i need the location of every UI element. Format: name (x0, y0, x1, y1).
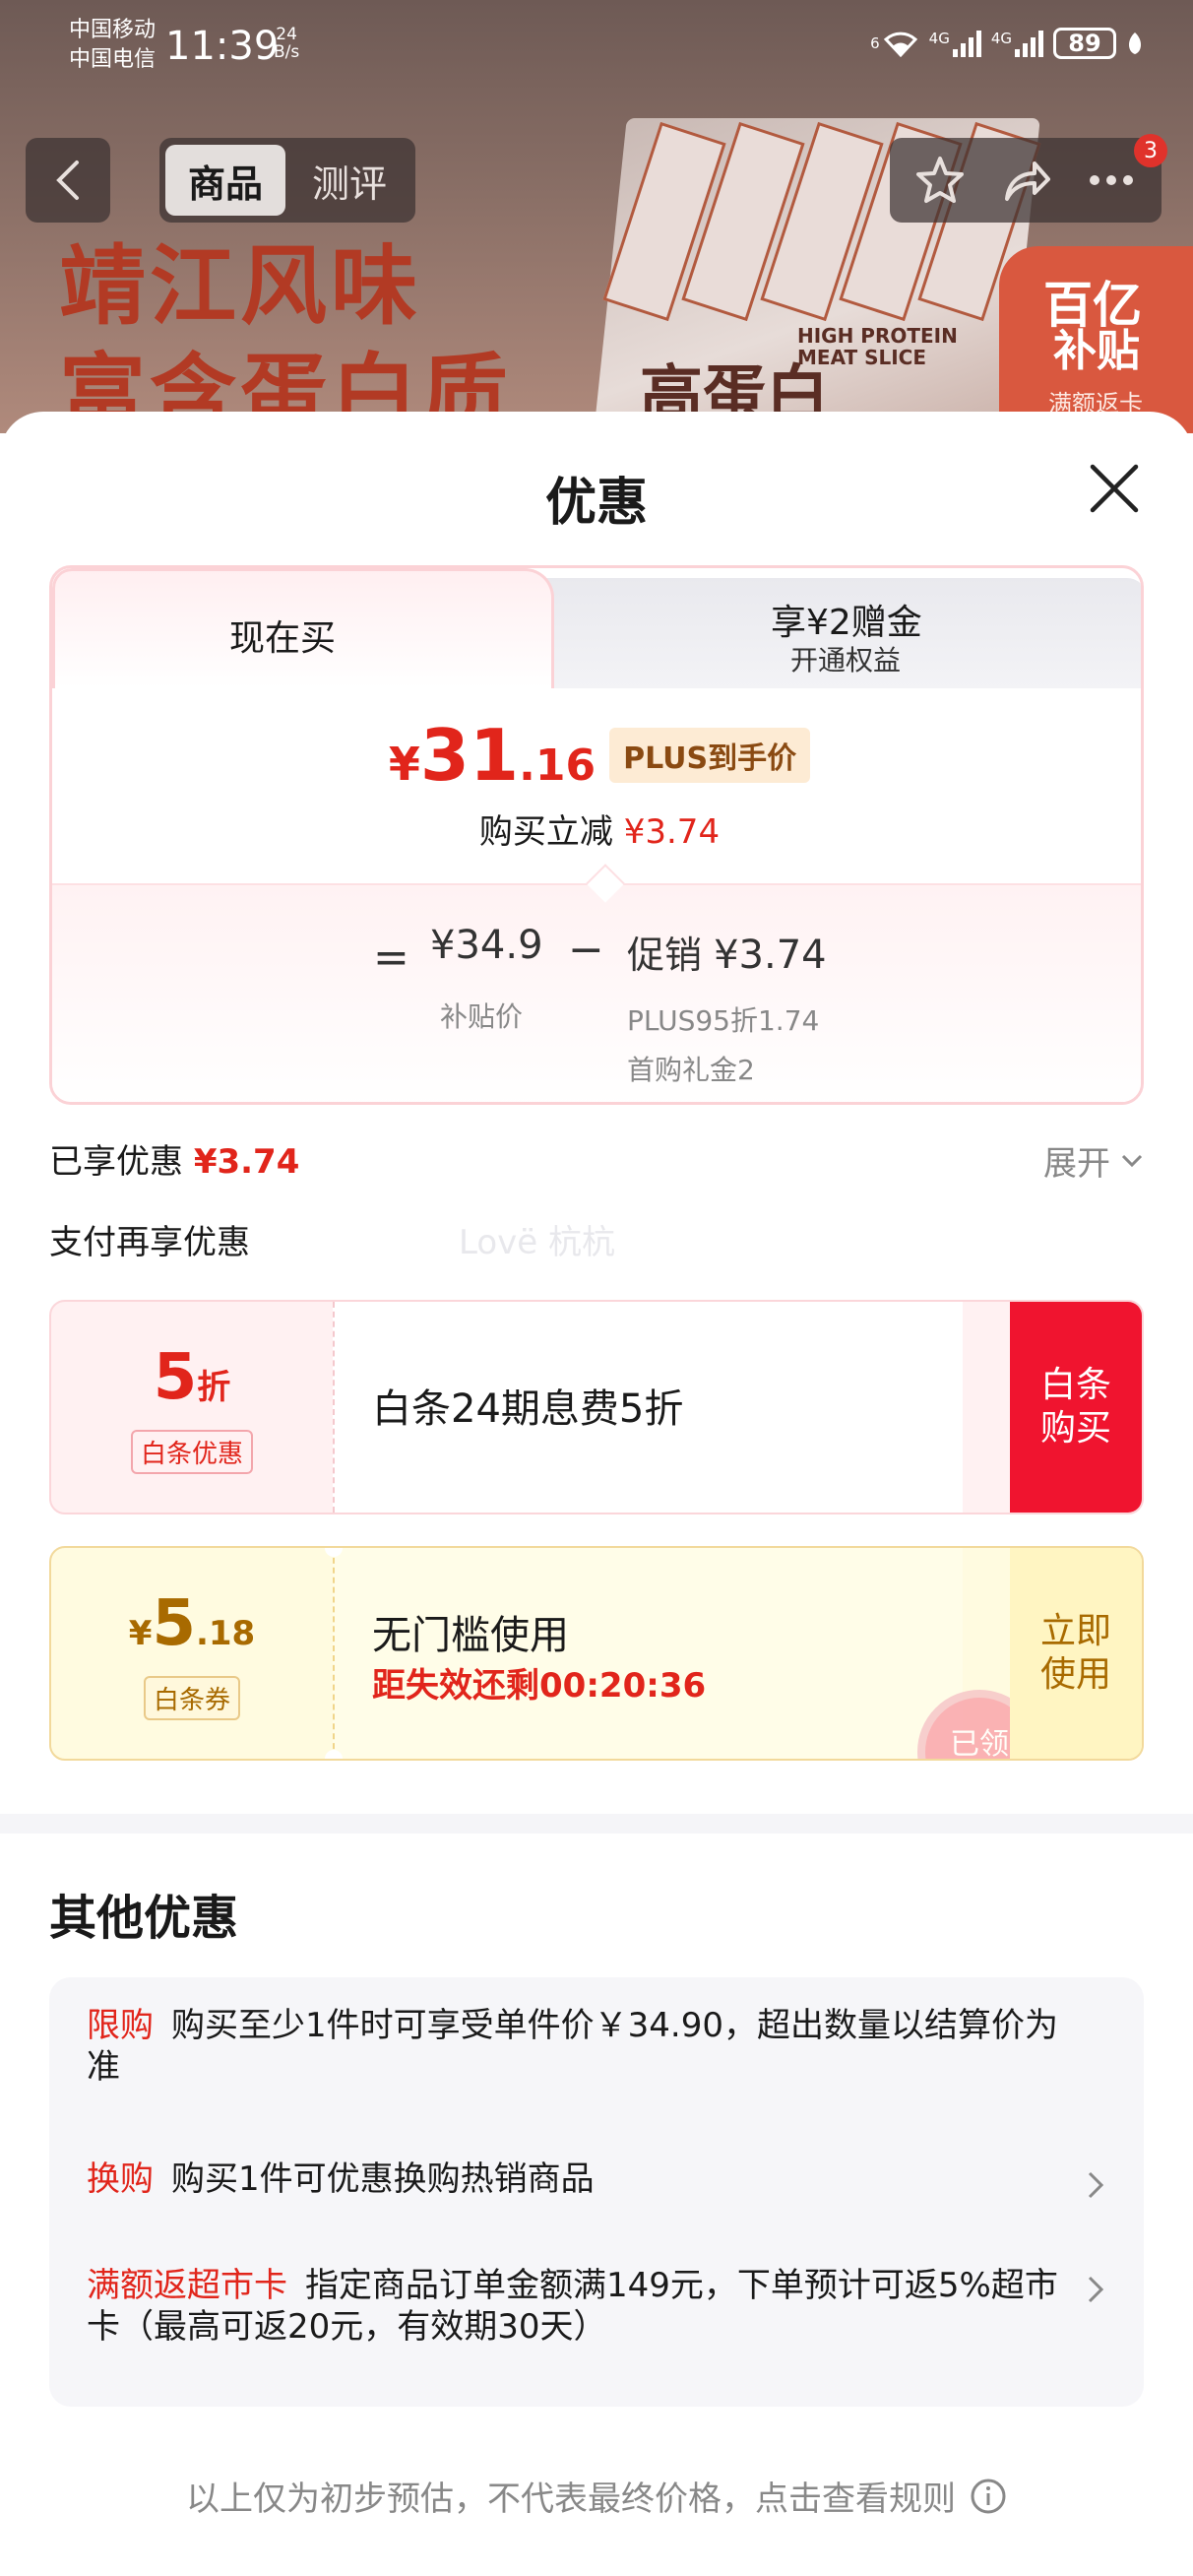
subsidy-price-label: 补贴价 (440, 1000, 524, 1033)
promo-amount: 促销 ¥3.74 (627, 933, 827, 978)
system-icons: 6 4G 4G 89 (870, 28, 1144, 59)
coupon-description: 无门槛使用 (372, 1613, 569, 1658)
leaf-icon (1128, 32, 1142, 54)
promo-detail-gift: 首购礼金2 (627, 1054, 755, 1086)
chevron-down-icon (1121, 1154, 1143, 1167)
sheet-title: 优惠 (544, 474, 648, 533)
tab-buy-now-label: 现在买 (229, 618, 337, 659)
product-tab-switch: 商品 测评 (159, 138, 415, 223)
rule-exchange-buy[interactable]: 换购 购买1件可优惠换购热销商品 (87, 2158, 1065, 2200)
subsidy-badge-line-2: 补贴 (1053, 326, 1140, 376)
action-pill (890, 138, 1162, 223)
coupon-body: 无门槛使用 距失效还剩00:20:36 (333, 1548, 963, 1759)
price-breakdown: = ¥34.9 补贴价 − 促销 ¥3.74 PLUS95折1.74 首购礼金2 (52, 883, 1141, 1102)
price-tabs: 享¥2赠金 开通权益 现在买 (52, 568, 1141, 688)
signal-icon: 4G (929, 30, 981, 57)
more-icon[interactable] (1085, 154, 1138, 207)
info-icon (971, 2479, 1006, 2513)
chevron-left-icon (56, 161, 79, 200)
status-bar: 中国移动 中国电信 11:39 24 B/s 6 4G 4G 89 (0, 0, 1193, 98)
instant-reduction: 购买立减 ¥3.74 (478, 812, 721, 852)
price-card: 享¥2赠金 开通权益 现在买 ¥31.16 PLUS到手价 购买立减 ¥3.74… (49, 565, 1144, 1105)
plus-price-tag: PLUS到手价 (609, 728, 811, 783)
coupon-description: 白条24期息费5折 (372, 1386, 684, 1432)
tab-bonus-title: 享¥2赠金 (771, 603, 922, 643)
battery-icon: 89 (1053, 28, 1116, 59)
final-price: ¥31.16 (388, 714, 596, 797)
baitiao-discount-coupon: 5折 白条优惠 白条24期息费5折 白条 购买 (49, 1300, 1144, 1514)
subsidy-price: ¥34.9 (430, 923, 543, 968)
coupon-value: ¥5.18 (128, 1587, 256, 1660)
tab-bonus-subtitle: 开通权益 (790, 644, 902, 676)
rule-supermarket-card[interactable]: 满额返超市卡 指定商品订单金额满149元，下单预计可返5%超市卡（最高可返20元，… (87, 2265, 1065, 2348)
enjoyed-discount: 已享优惠 ¥3.74 (49, 1142, 300, 1182)
equals-sign: = (373, 933, 409, 983)
carrier-info: 中国移动 中国电信 (69, 18, 157, 72)
tab-product[interactable]: 商品 (165, 145, 285, 216)
coupon-value: 5折 (153, 1341, 231, 1414)
section-divider (0, 1814, 1193, 1834)
rules-footer[interactable]: 以上仅为初步预估，不代表最终价格，点击查看规则 (0, 2472, 1193, 2520)
close-icon[interactable] (1085, 459, 1144, 518)
baitiao-buy-button[interactable]: 白条 购买 (1010, 1302, 1142, 1513)
coupon-tag: 白条优惠 (130, 1430, 253, 1474)
expand-button[interactable]: 展开 (1043, 1136, 1144, 1185)
chevron-right-icon (1088, 2171, 1104, 2199)
discount-sheet: 优惠 享¥2赠金 开通权益 现在买 ¥31.16 PLUS到手价 购买立减 ¥3… (0, 412, 1193, 2576)
pay-more-heading: 支付再享优惠 (49, 1223, 250, 1262)
coupon-countdown: 距失效还剩00:20:36 (372, 1666, 707, 1706)
baitiao-voucher-coupon: ¥5.18 白条券 无门槛使用 距失效还剩00:20:36 已领 立即 使用 (49, 1546, 1144, 1761)
coupon-notch (325, 1750, 343, 1759)
share-icon[interactable] (999, 154, 1052, 207)
rule-purchase-limit: 限购 购买至少1件时可享受单件价￥34.90，超出数量以结算价为准 (87, 2006, 1058, 2087)
other-discounts-list: 限购 购买至少1件时可享受单件价￥34.90，超出数量以结算价为准 换购 购买1件可… (49, 1977, 1144, 2407)
coupon-body: 白条24期息费5折 (333, 1302, 963, 1513)
coupon-tag: 白条券 (143, 1676, 240, 1720)
other-discounts-title: 其他优惠 (49, 1891, 239, 1946)
network-speed: 24 B/s (274, 25, 300, 62)
watermark-text: Lovë 杭杭 (459, 1223, 615, 1262)
tab-review[interactable]: 测评 (289, 145, 409, 216)
coupon-divider (333, 1302, 335, 1513)
slogan-line-1: 靖江风味 (59, 234, 422, 337)
star-icon[interactable] (913, 154, 967, 207)
status-time: 11:39 (165, 24, 280, 69)
use-now-button[interactable]: 立即 使用 (1010, 1548, 1142, 1759)
minus-sign: − (568, 925, 604, 975)
final-price-row: ¥31.16 PLUS到手价 (52, 714, 1141, 797)
signal-icon: 4G (991, 30, 1043, 57)
wifi-icon: 6 (870, 30, 919, 57)
coupon-divider (333, 1548, 335, 1759)
chevron-right-icon (1088, 2276, 1104, 2303)
back-button[interactable] (26, 138, 110, 223)
promo-detail-plus: PLUS95折1.74 (627, 1004, 820, 1037)
notification-badge: 3 (1134, 134, 1167, 167)
box-sublabel: HIGH PROTEIN MEAT SLICE (797, 324, 958, 369)
